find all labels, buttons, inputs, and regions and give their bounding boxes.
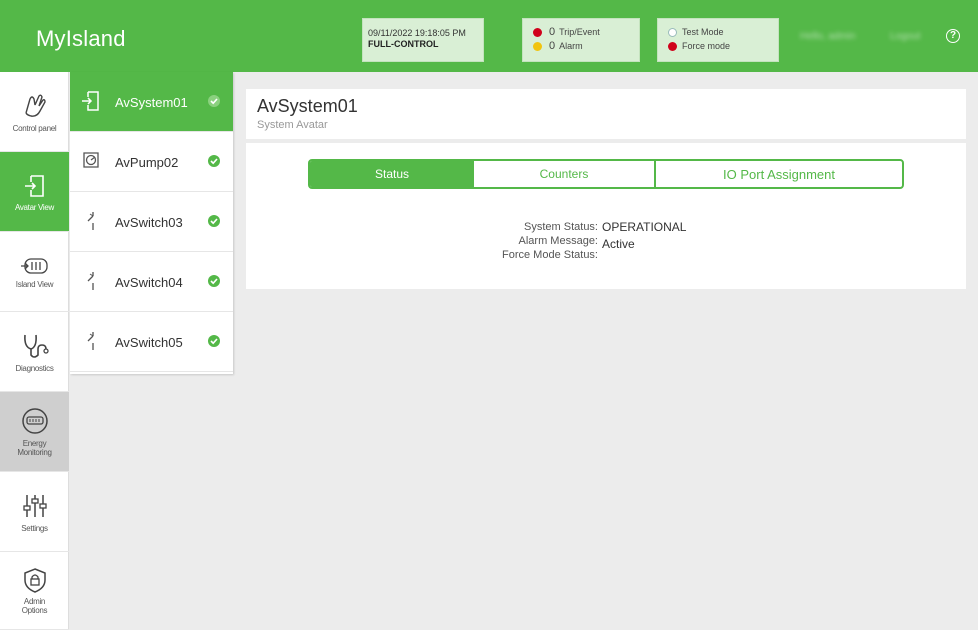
hand-icon [24,94,46,117]
trip-indicator-icon [533,27,542,37]
alarm-indicator-icon [533,41,542,51]
nav-item-energy-monitoring[interactable]: Energy Monitoring [0,392,69,472]
status-ok-icon [208,275,220,287]
nav-item-control-panel[interactable]: Control panel [0,72,69,152]
nav-item-island-view[interactable]: Island View [0,232,69,312]
avatar-title-card: AvSystem01 System Avatar [246,89,966,139]
help-icon[interactable]: ? [946,29,960,43]
nav-label: Energy Monitoring [17,439,52,457]
status-ok-icon [208,95,220,107]
stethoscope-icon [23,334,49,358]
test-mode-radio-icon[interactable] [668,27,677,37]
nav-label: Settings [21,523,48,533]
top-header: MyIsland 09/11/2022 19:18:05 PM FULL-CON… [0,0,978,72]
control-mode-text: FULL-CONTROL [368,39,439,49]
datetime-box: 09/11/2022 19:18:05 PM FULL-CONTROL [362,18,484,62]
nav-item-avatar-view[interactable]: Avatar View [0,152,69,232]
trip-label: Trip/Event [559,27,600,37]
nav-item-diagnostics[interactable]: Diagnostics [0,312,69,392]
force-mode-label: Force mode [682,41,731,51]
shield-lock-icon [23,568,46,593]
nav-label: Control panel [12,123,57,133]
switch-icon [87,272,94,290]
avatar-name: AvSystem01 [115,95,188,110]
avatar-item-avswitch04[interactable]: AvSwitch04 [70,252,233,312]
tab-counters[interactable]: Counters [474,161,656,187]
left-navigation: Control panel Avatar View Island View Di… [0,72,69,630]
avatar-item-avpump02[interactable]: AvPump02 [70,132,233,192]
status-ok-icon [208,155,220,167]
force-mode-status-label: Force Mode Status: [502,249,598,261]
alarm-message-label: Alarm Message: [518,235,598,247]
user-greeting: Hello, admin [800,31,856,42]
alarm-row: 0 Alarm [533,39,639,53]
force-mode-row[interactable]: Force mode [668,39,778,53]
nav-label: Island View [15,279,54,289]
trip-alarm-box[interactable]: 0 Trip/Event 0 Alarm [522,18,640,62]
tab-bar: Status Counters IO Port Assignment [308,159,904,189]
nav-label: Diagnostics [15,363,54,373]
datetime-text: 09/11/2022 19:18:05 PM [368,28,466,38]
system-avatar-icon [82,91,99,111]
avatar-name: AvPump02 [115,155,179,170]
avatar-name: AvSwitch05 [115,335,183,350]
force-mode-status-value: Active [602,237,635,251]
mode-box: Test Mode Force mode [657,18,779,62]
energy-meter-icon [21,408,48,434]
avatar-name: AvSwitch03 [115,215,183,230]
nav-label: Avatar View [14,202,55,212]
test-mode-row[interactable]: Test Mode [668,25,778,39]
alarm-count: 0 [549,40,556,52]
alarm-label: Alarm [559,41,583,51]
status-ok-icon [208,335,220,347]
avatar-item-avswitch05[interactable]: AvSwitch05 [70,312,233,372]
tab-io-port-assignment[interactable]: IO Port Assignment [656,161,902,187]
nav-item-admin-options[interactable]: Admin Options [0,552,69,630]
trip-count: 0 [549,26,556,38]
app-brand: MyIsland [36,26,126,51]
switch-icon [87,212,94,230]
force-mode-radio-icon[interactable] [668,41,677,51]
system-status-value: OPERATIONAL [602,220,687,234]
switch-icon [87,332,94,350]
avatar-item-avswitch03[interactable]: AvSwitch03 [70,192,233,252]
test-mode-label: Test Mode [682,27,724,37]
page-subtitle: System Avatar [257,119,328,131]
status-values: OPERATIONAL Active [602,219,686,252]
avatar-view-icon [24,174,44,197]
status-labels: System Status: Alarm Message: Force Mode… [502,220,598,262]
status-panel: Status Counters IO Port Assignment Syste… [246,143,966,289]
sliders-icon [22,494,47,517]
trip-row: 0 Trip/Event [533,25,639,39]
pump-icon [83,152,99,168]
avatar-list: AvSystem01 AvPump02 AvSwitch03 AvSwitch0 [70,72,233,374]
island-view-icon [20,257,48,274]
tab-status[interactable]: Status [310,161,474,187]
avatar-item-avsystem01[interactable]: AvSystem01 [70,72,233,132]
nav-item-settings[interactable]: Settings [0,472,69,552]
avatar-name: AvSwitch04 [115,275,183,290]
logout-link[interactable]: Logout [890,31,921,42]
status-ok-icon [208,215,220,227]
system-status-label: System Status: [524,221,598,233]
page-title: AvSystem01 [257,96,358,116]
nav-label: Admin Options [21,597,48,615]
